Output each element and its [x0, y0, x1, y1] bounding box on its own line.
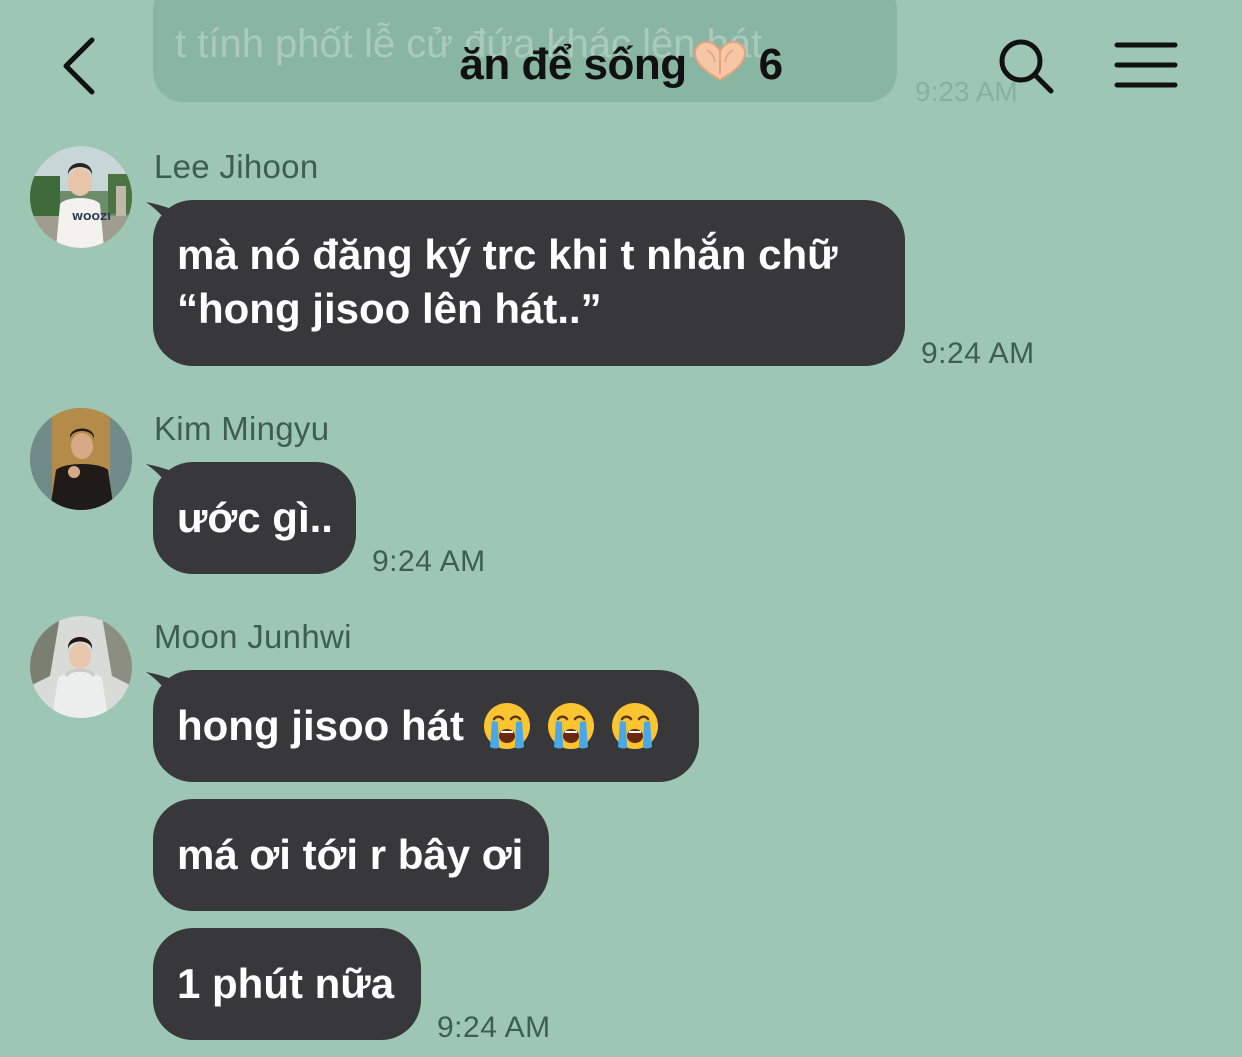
avatar-lee-jihoon[interactable]: WOOZI	[30, 146, 132, 248]
message-time: 9:24 AM	[437, 1011, 551, 1044]
member-count: 6	[758, 40, 783, 90]
chat-header: ăn để sống 6	[0, 0, 1242, 130]
message-bubble[interactable]: má ơi tới r bây ơi	[153, 799, 549, 911]
menu-button[interactable]	[1114, 40, 1178, 90]
message-bubble[interactable]: mà nó đăng ký trc khi t nhắn chữ “hong j…	[153, 200, 905, 366]
avatar-kim-mingyu[interactable]	[30, 408, 132, 510]
message-time: 9:24 AM	[921, 337, 1035, 370]
avatar-moon-junhwi[interactable]	[30, 616, 132, 718]
loudly-crying-face-emoji	[611, 703, 658, 749]
search-icon	[999, 39, 1054, 94]
sender-name: Kim Mingyu	[154, 410, 330, 447]
sender-name: Lee Jihoon	[154, 148, 319, 185]
heart-hands-emoji	[691, 40, 749, 95]
loudly-crying-face-emoji	[547, 703, 594, 749]
chat-screen: t tính phốt lễ cử đứa khác lên hát 9:23 …	[0, 0, 1242, 1057]
message-bubble[interactable]: ước gì..	[153, 462, 356, 574]
message-text: ước gì..	[177, 494, 333, 541]
message-bubble[interactable]: 1 phút nữa	[153, 928, 421, 1040]
hamburger-menu-icon	[1114, 42, 1178, 88]
message-bubble[interactable]: hong jisoo hát	[153, 670, 699, 782]
loudly-crying-face-emoji	[483, 703, 530, 749]
search-button[interactable]	[996, 36, 1056, 96]
message-text: mà nó đăng ký trc khi t nhắn chữ “hong j…	[177, 231, 838, 332]
message-time: 9:24 AM	[372, 545, 486, 578]
message-text: hong jisoo hát	[177, 702, 464, 749]
svg-text:WOOZI: WOOZI	[72, 212, 111, 223]
sender-name: Moon Junhwi	[154, 618, 352, 655]
group-name: ăn để sống	[459, 40, 687, 90]
message-text: 1 phút nữa	[177, 960, 395, 1007]
message-text: má ơi tới r bây ơi	[177, 831, 524, 878]
